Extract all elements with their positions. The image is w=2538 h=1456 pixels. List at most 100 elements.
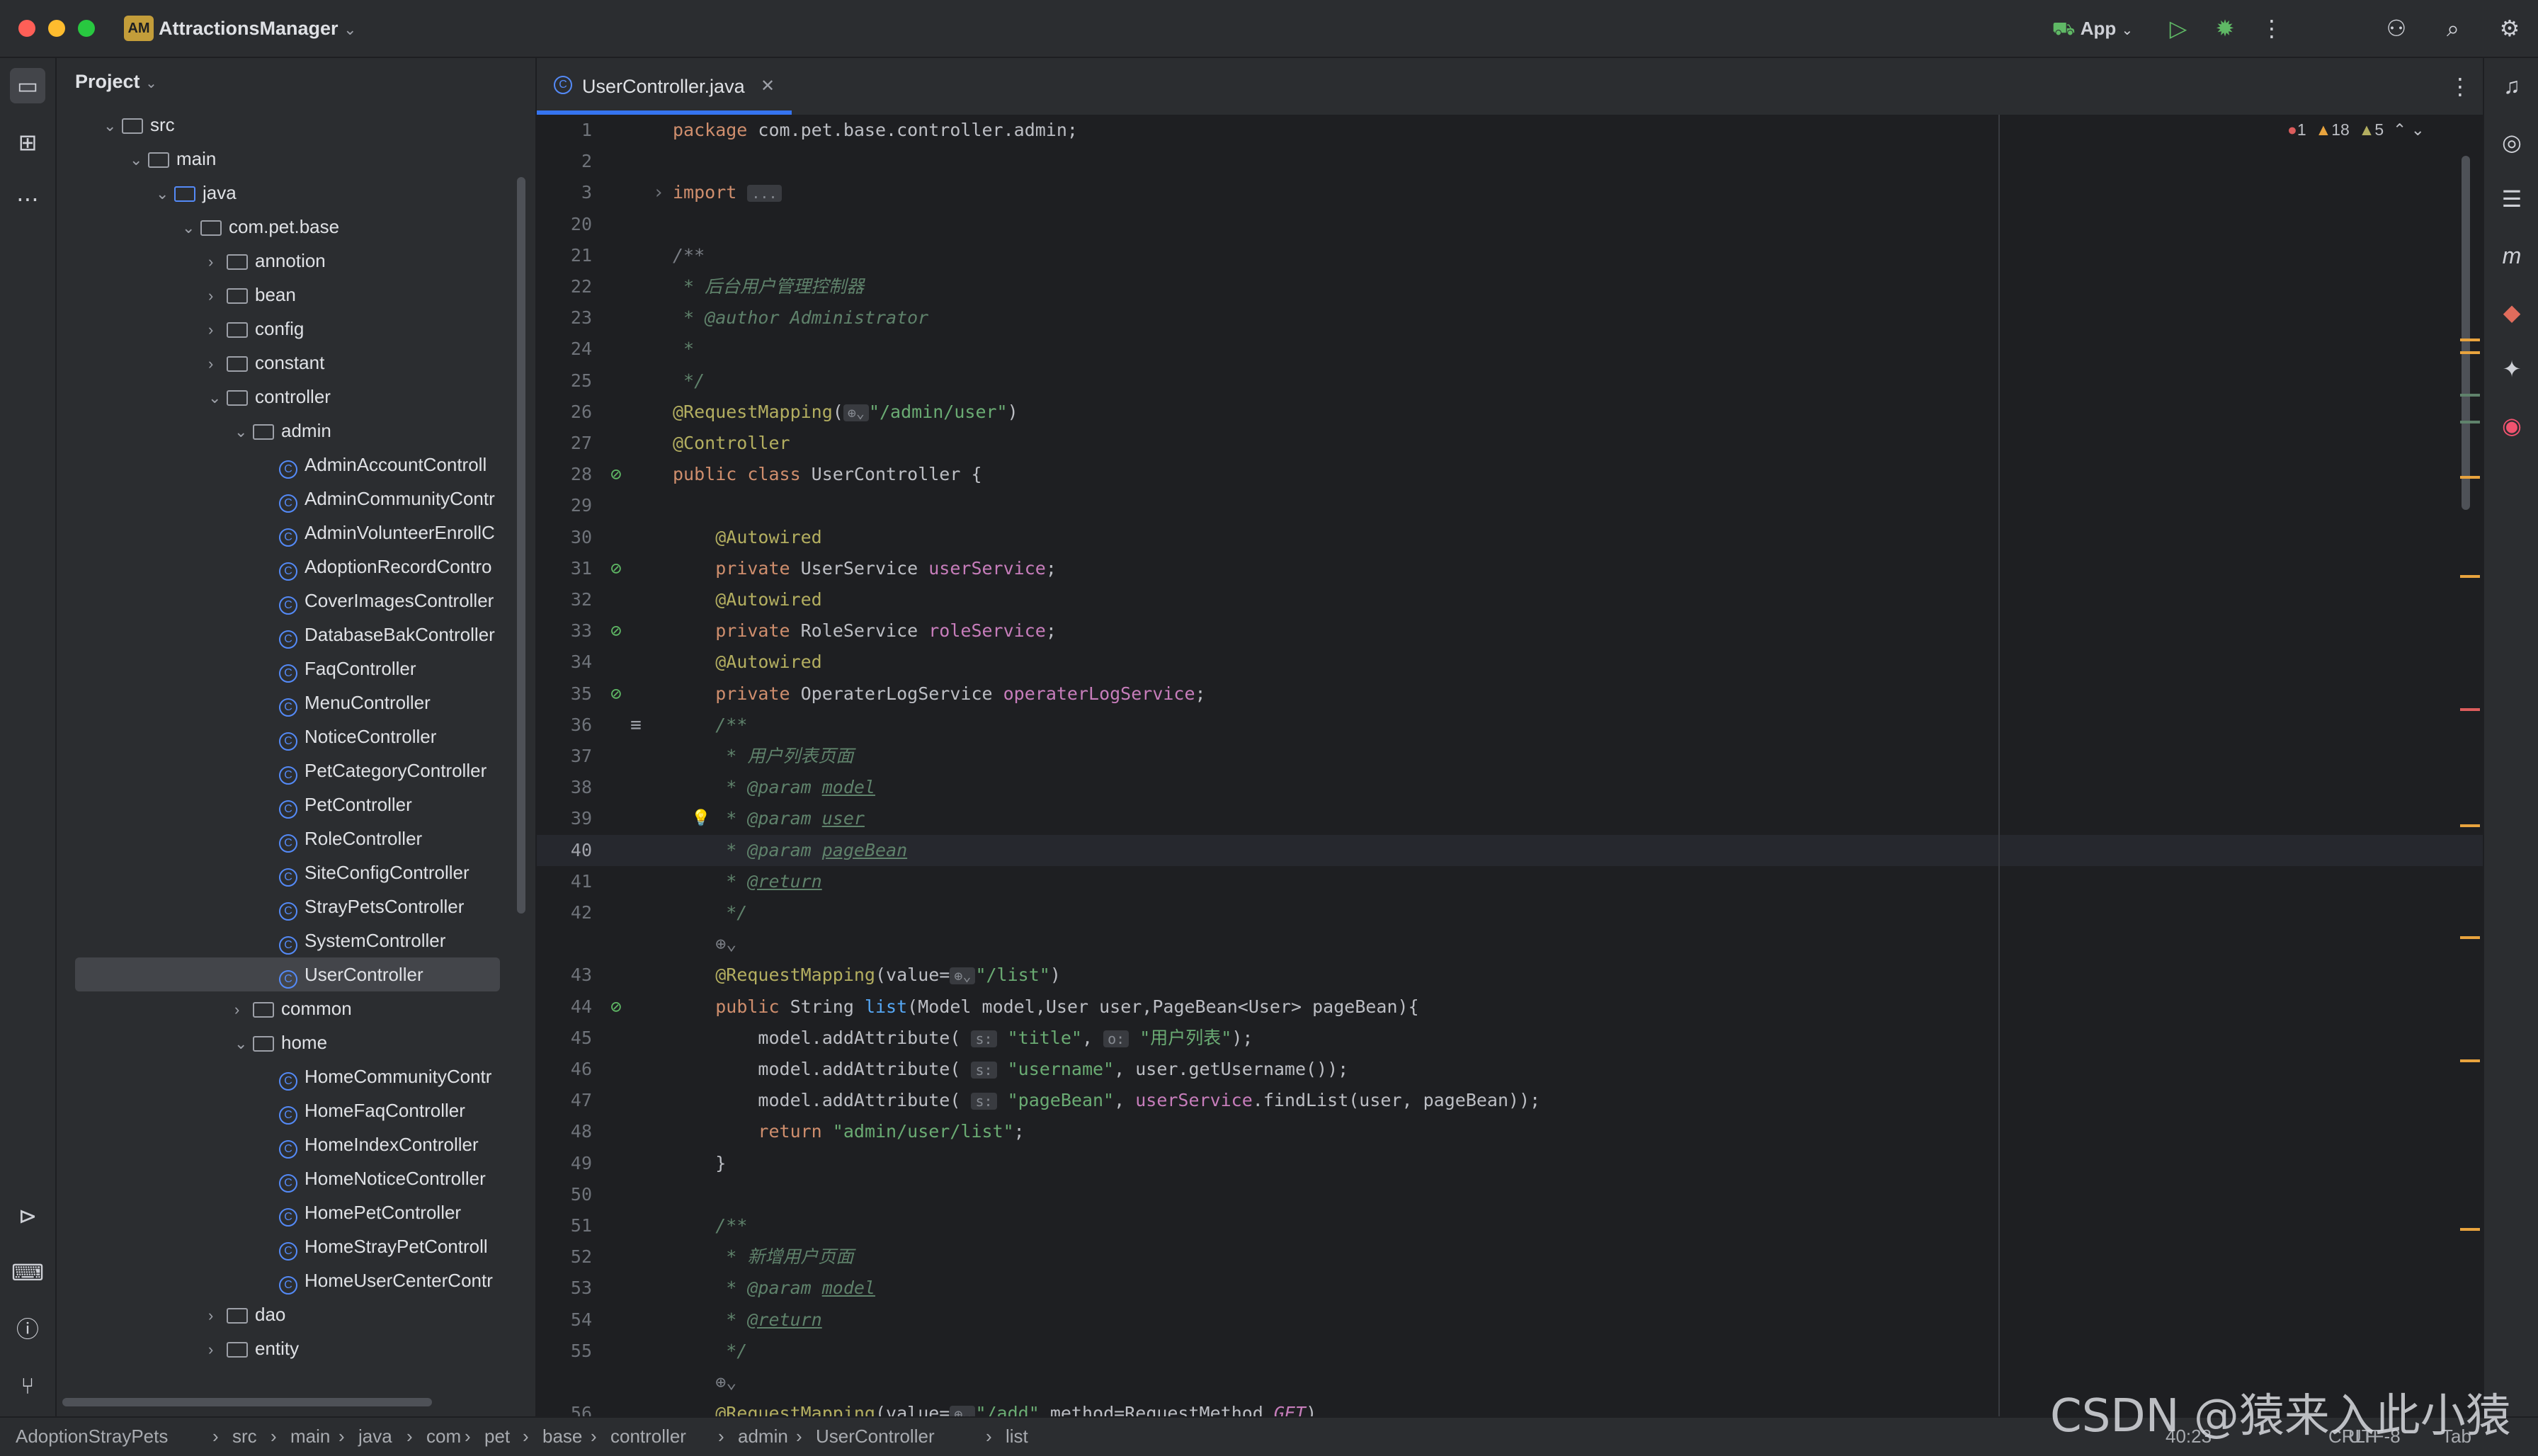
code-line[interactable]: 31 ⊘ private UserService userService; bbox=[537, 553, 2483, 584]
project-tree[interactable]: ⌄ src ⌄ main ⌄ java ⌄ com.pet.base › annotion › bea… bbox=[57, 115, 517, 1446]
render-doc-icon[interactable]: ≡ bbox=[622, 710, 650, 741]
tree-item[interactable]: C FaqController bbox=[57, 652, 517, 686]
notifications-bell-icon[interactable]: ♫ bbox=[2494, 68, 2530, 103]
git-branch-icon[interactable]: ⑂ bbox=[10, 1368, 45, 1404]
next-highlight-icon[interactable]: ⌄ bbox=[2411, 120, 2425, 139]
code-line[interactable]: 50 bbox=[537, 1179, 2483, 1210]
chevron-right-icon[interactable]: › bbox=[234, 993, 253, 1027]
plugin-bird-icon[interactable]: ◆ bbox=[2494, 295, 2530, 330]
tree-vertical-scrollbar[interactable] bbox=[517, 177, 525, 914]
warning-marker[interactable] bbox=[2460, 575, 2480, 578]
tree-item[interactable]: C StrayPetsController bbox=[57, 889, 517, 923]
breadcrumb-item[interactable]: base bbox=[542, 1418, 582, 1455]
code-line[interactable]: 26 @RequestMapping(⊕⌄ "/admin/user") bbox=[537, 397, 2483, 428]
zoom-window-button[interactable] bbox=[78, 20, 95, 37]
code-line[interactable]: 51 /** bbox=[537, 1210, 2483, 1241]
warning-marker[interactable] bbox=[2460, 1228, 2480, 1231]
tree-item[interactable]: C AdminCommunityContr bbox=[57, 482, 517, 516]
maven-icon[interactable]: m bbox=[2494, 238, 2530, 273]
chevron-right-icon[interactable]: › bbox=[208, 245, 227, 279]
tree-item[interactable]: C AdminVolunteerEnrollC bbox=[57, 516, 517, 550]
tree-item[interactable]: C HomeStrayPetControll bbox=[57, 1229, 517, 1263]
code-line[interactable]: 36 ≡ /** bbox=[537, 710, 2483, 741]
chevron-right-icon[interactable]: › bbox=[208, 347, 227, 381]
tree-item[interactable]: C HomeFaqController bbox=[57, 1093, 517, 1127]
tree-item[interactable]: C HomeCommunityContr bbox=[57, 1059, 517, 1093]
tree-item[interactable]: ⌄ admin bbox=[57, 414, 517, 448]
settings-gear-icon[interactable]: ⚙ bbox=[2494, 13, 2525, 44]
spring-bean-gutter-icon[interactable]: ⊘ bbox=[602, 615, 630, 647]
tree-item[interactable]: C PetController bbox=[57, 787, 517, 821]
add-user-icon[interactable]: ⚇ bbox=[2381, 13, 2412, 44]
code-line[interactable]: 35 ⊘ private OperaterLogService operaterL… bbox=[537, 678, 2483, 710]
chevron-down-icon[interactable]: ⌄ bbox=[130, 143, 148, 177]
chevron-right-icon[interactable]: › bbox=[208, 1333, 227, 1367]
breadcrumb-item[interactable]: controller bbox=[610, 1418, 686, 1455]
chevron-down-icon[interactable]: ⌄ bbox=[234, 1027, 253, 1061]
editor-scrollbar[interactable] bbox=[2462, 156, 2470, 510]
tree-item[interactable]: ⌄ java bbox=[57, 176, 517, 210]
project-panel-header[interactable]: Project ⌄ bbox=[75, 71, 157, 93]
code-editor[interactable]: 1 package com.pet.base.controller.admin; 2… bbox=[537, 115, 2483, 1416]
services-run-icon[interactable]: ⊳ bbox=[10, 1198, 45, 1234]
code-line[interactable]: 2 bbox=[537, 146, 2483, 177]
info-marker[interactable] bbox=[2460, 394, 2480, 397]
tree-item[interactable]: C DatabaseBakController bbox=[57, 618, 517, 652]
chevron-right-icon[interactable]: › bbox=[208, 313, 227, 347]
chevron-right-icon[interactable]: › bbox=[208, 1299, 227, 1333]
code-line[interactable]: 41 * @return bbox=[537, 866, 2483, 897]
project-name[interactable]: AttractionsManager ⌄ bbox=[159, 16, 357, 42]
breadcrumb-item[interactable]: UserController bbox=[816, 1418, 935, 1455]
tree-item[interactable]: C RoleController bbox=[57, 821, 517, 855]
tree-item[interactable]: › common bbox=[57, 991, 517, 1025]
more-tools-icon[interactable]: ⋯ bbox=[10, 181, 45, 217]
tree-item[interactable]: › constant bbox=[57, 346, 517, 380]
info-marker[interactable] bbox=[2460, 421, 2480, 423]
breadcrumb-item[interactable]: AdoptionStrayPets bbox=[16, 1418, 168, 1455]
tab-options-icon[interactable]: ⋮ bbox=[2449, 72, 2471, 101]
tree-item[interactable]: C HomeUserCenterContr bbox=[57, 1263, 517, 1297]
project-badge[interactable]: AM bbox=[124, 16, 154, 41]
problems-icon[interactable]: ⓘ bbox=[10, 1312, 45, 1347]
chevron-down-icon[interactable]: ⌄ bbox=[208, 381, 227, 415]
spring-bean-gutter-icon[interactable]: ⊘ bbox=[602, 553, 630, 584]
code-line[interactable]: 48 return "admin/user/list"; bbox=[537, 1116, 2483, 1147]
tree-item[interactable]: C HomeIndexController bbox=[57, 1127, 517, 1161]
code-line[interactable]: 44 ⊘ public String list(Model model,User … bbox=[537, 991, 2483, 1023]
code-line[interactable]: 1 package com.pet.base.controller.admin; bbox=[537, 115, 2483, 146]
tree-item[interactable]: C SiteConfigController bbox=[57, 855, 517, 889]
warning-marker[interactable] bbox=[2460, 1059, 2480, 1062]
chevron-down-icon[interactable]: ⌄ bbox=[234, 415, 253, 449]
tree-item[interactable]: ⌄ com.pet.base bbox=[57, 210, 517, 244]
code-line[interactable]: 38 * @param model bbox=[537, 772, 2483, 803]
plugin-copilot-icon[interactable]: ✦ bbox=[2494, 351, 2530, 387]
search-icon[interactable]: ⌕ bbox=[2437, 13, 2469, 44]
code-line[interactable]: 42 */ bbox=[537, 897, 2483, 928]
previous-highlight-icon[interactable]: ⌃ bbox=[2393, 120, 2406, 139]
tree-item[interactable]: C MenuController bbox=[57, 686, 517, 720]
code-line[interactable]: ⊕⌄ bbox=[537, 928, 2483, 960]
tree-item[interactable]: C HomeNoticeController bbox=[57, 1161, 517, 1195]
tree-item[interactable]: C CoverImagesController bbox=[57, 584, 517, 618]
database-icon[interactable]: ☰ bbox=[2494, 181, 2530, 217]
code-line[interactable]: 45 model.addAttribute( s: "title", o: "用… bbox=[537, 1023, 2483, 1054]
code-line[interactable]: 24 * bbox=[537, 334, 2483, 365]
tree-item[interactable]: C HomePetController bbox=[57, 1195, 517, 1229]
spring-bean-gutter-icon[interactable]: ⊘ bbox=[602, 991, 630, 1023]
tree-horizontal-scrollbar[interactable] bbox=[62, 1398, 432, 1406]
debug-icon[interactable]: ✹ bbox=[2209, 13, 2241, 44]
warning-marker[interactable] bbox=[2460, 339, 2480, 341]
code-line[interactable]: 27 @Controller bbox=[537, 428, 2483, 459]
breadcrumb-item[interactable]: src bbox=[232, 1418, 257, 1455]
code-line[interactable]: 43 @RequestMapping(value= ⊕⌄ "/list") bbox=[537, 960, 2483, 991]
terminal-icon[interactable]: ⌨ bbox=[10, 1255, 45, 1290]
more-actions-icon[interactable]: ⋮ bbox=[2258, 13, 2286, 44]
code-line[interactable]: 30 @Autowired bbox=[537, 522, 2483, 553]
code-line[interactable]: 39 💡 * @param user bbox=[537, 803, 2483, 834]
tree-item[interactable]: C UserController bbox=[75, 957, 500, 991]
warning-marker[interactable] bbox=[2460, 476, 2480, 479]
minimize-window-button[interactable] bbox=[48, 20, 65, 37]
chevron-down-icon[interactable]: ⌄ bbox=[156, 177, 174, 211]
ai-assistant-icon[interactable]: ◎ bbox=[2494, 125, 2530, 160]
structure-icon[interactable]: ⊞ bbox=[10, 125, 45, 160]
